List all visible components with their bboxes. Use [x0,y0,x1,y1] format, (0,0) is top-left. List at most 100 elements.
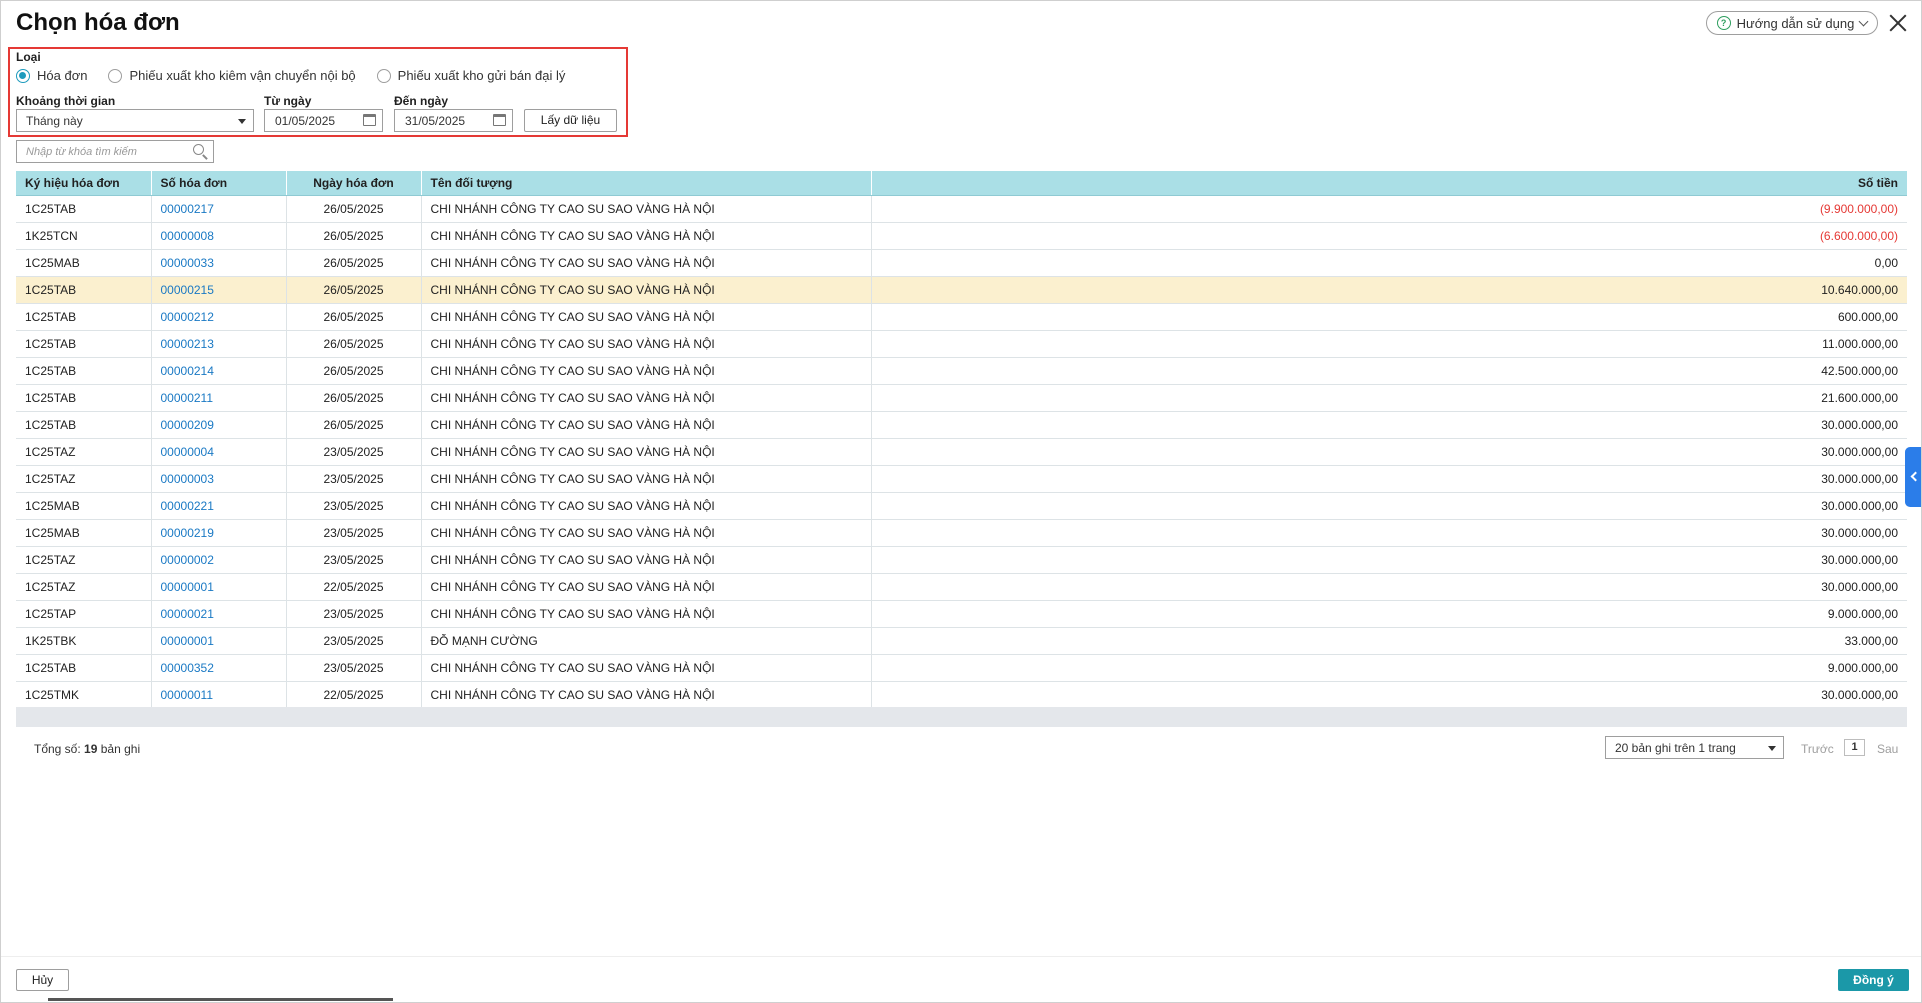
from-date-value: 01/05/2025 [275,114,336,128]
cell-name: CHI NHÁNH CÔNG TY CAO SU SAO VÀNG HÀ NỘI [421,303,872,331]
search-input[interactable] [26,142,186,161]
help-label: Hướng dẫn sử dụng [1736,15,1855,31]
cell-date: 26/05/2025 [286,384,422,412]
cell-date: 22/05/2025 [286,681,422,709]
cell-date: 23/05/2025 [286,600,422,628]
cell-date: 26/05/2025 [286,195,422,223]
next-page-button[interactable]: Sau [1877,742,1898,756]
table-row[interactable]: 1C25TAZ 00000004 23/05/2025 CHI NHÁNH CÔNG … [16,438,1907,466]
cell-invoice-number-link[interactable]: 00000004 [151,438,287,466]
period-select[interactable]: Tháng này [16,109,254,132]
table-row[interactable]: 1C25MAB 00000219 23/05/2025 CHI NHÁNH CÔNG … [16,519,1907,547]
table-row[interactable]: 1C25TAB 00000212 26/05/2025 CHI NHÁNH CÔNG … [16,303,1907,331]
table-row[interactable]: 1C25TAZ 00000003 23/05/2025 CHI NHÁNH CÔNG … [16,465,1907,493]
horizontal-scrollbar[interactable] [16,707,1907,727]
table-row[interactable]: 1C25TAB 00000211 26/05/2025 CHI NHÁNH CÔNG … [16,384,1907,412]
cell-amount: 30.000.000,00 [871,492,1907,520]
from-date-input[interactable]: 01/05/2025 [264,109,383,132]
fetch-data-button[interactable]: Lấy dữ liệu [524,109,617,132]
caret-down-icon [238,119,246,124]
bottom-scroll-indicator [48,998,393,1001]
search-box [16,140,214,163]
cell-invoice-number-link[interactable]: 00000217 [151,195,287,223]
cell-symbol: 1C25MAB [16,519,152,547]
cell-amount: 21.600.000,00 [871,384,1907,412]
help-button[interactable]: ? Hướng dẫn sử dụng [1706,11,1878,35]
table-row[interactable]: 1C25MAB 00000221 23/05/2025 CHI NHÁNH CÔNG … [16,492,1907,520]
cell-invoice-number-link[interactable]: 00000008 [151,222,287,250]
cell-amount: 10.640.000,00 [871,276,1907,304]
caret-down-icon [1768,746,1776,751]
cell-symbol: 1C25MAB [16,249,152,277]
prev-page-button[interactable]: Trước [1801,742,1834,756]
cell-date: 26/05/2025 [286,330,422,358]
table-row[interactable]: 1K25TBK 00000001 23/05/2025 ĐỖ MẠNH CƯỜNG 33… [16,627,1907,655]
cell-invoice-number-link[interactable]: 00000213 [151,330,287,358]
ok-button[interactable]: Đồng ý [1838,969,1909,991]
cell-amount: 30.000.000,00 [871,681,1907,709]
cell-symbol: 1C25MAB [16,492,152,520]
table-row[interactable]: 1K25TCN 00000008 26/05/2025 CHI NHÁNH CÔNG … [16,222,1907,250]
cell-invoice-number-link[interactable]: 00000003 [151,465,287,493]
cancel-button[interactable]: Hủy [16,969,69,991]
cell-invoice-number-link[interactable]: 00000209 [151,411,287,439]
col-header-date[interactable]: Ngày hóa đơn [286,171,422,196]
cell-amount: 600.000,00 [871,303,1907,331]
table-row[interactable]: 1C25TAB 00000352 23/05/2025 CHI NHÁNH CÔNG … [16,654,1907,682]
table-row[interactable]: 1C25TAB 00000213 26/05/2025 CHI NHÁNH CÔNG … [16,330,1907,358]
total-prefix: Tổng số: [34,742,81,756]
to-date-input[interactable]: 31/05/2025 [394,109,513,132]
col-header-amount[interactable]: Số tiền [871,171,1907,196]
cell-name: CHI NHÁNH CÔNG TY CAO SU SAO VÀNG HÀ NỘI [421,195,872,223]
table-row[interactable]: 1C25TAZ 00000002 23/05/2025 CHI NHÁNH CÔNG … [16,546,1907,574]
close-icon[interactable] [1886,11,1910,35]
cell-name: CHI NHÁNH CÔNG TY CAO SU SAO VÀNG HÀ NỘI [421,681,872,709]
cell-symbol: 1C25TAB [16,195,152,223]
cell-invoice-number-link[interactable]: 00000215 [151,276,287,304]
page-size-select[interactable]: 20 bản ghi trên 1 trang [1605,736,1784,759]
to-date-value: 31/05/2025 [405,114,466,128]
cell-amount: 30.000.000,00 [871,465,1907,493]
table-row[interactable]: 1C25TAP 00000021 23/05/2025 CHI NHÁNH CÔNG … [16,600,1907,628]
table-row[interactable]: 1C25TAB 00000209 26/05/2025 CHI NHÁNH CÔNG … [16,411,1907,439]
table-row[interactable]: 1C25TAB 00000217 26/05/2025 CHI NHÁNH CÔNG … [16,195,1907,223]
calendar-icon[interactable] [363,114,376,126]
calendar-icon[interactable] [493,114,506,126]
col-header-number[interactable]: Số hóa đơn [151,171,287,196]
cell-name: CHI NHÁNH CÔNG TY CAO SU SAO VÀNG HÀ NỘI [421,384,872,412]
col-header-name[interactable]: Tên đối tượng [421,171,872,196]
radio-agent-consignment[interactable]: Phiếu xuất kho gửi bán đại lý [376,68,565,83]
cell-invoice-number-link[interactable]: 00000033 [151,249,287,277]
table-row[interactable]: 1C25MAB 00000033 26/05/2025 CHI NHÁNH CÔNG … [16,249,1907,277]
table-row[interactable]: 1C25TAZ 00000001 22/05/2025 CHI NHÁNH CÔNG … [16,573,1907,601]
cell-invoice-number-link[interactable]: 00000001 [151,627,287,655]
search-icon[interactable] [193,144,204,155]
invoice-table: Ký hiệu hóa đơn Số hóa đơn Ngày hóa đơn … [16,171,1907,709]
cell-invoice-number-link[interactable]: 00000002 [151,546,287,574]
cell-invoice-number-link[interactable]: 00000352 [151,654,287,682]
cell-symbol: 1C25TAB [16,357,152,385]
table-row[interactable]: 1C25TAB 00000215 26/05/2025 CHI NHÁNH CÔNG … [16,276,1907,304]
cell-symbol: 1C25TAB [16,654,152,682]
cell-invoice-number-link[interactable]: 00000219 [151,519,287,547]
table-row[interactable]: 1C25TAB 00000214 26/05/2025 CHI NHÁNH CÔNG … [16,357,1907,385]
cell-date: 26/05/2025 [286,411,422,439]
cell-invoice-number-link[interactable]: 00000011 [151,681,287,709]
cell-date: 23/05/2025 [286,492,422,520]
cell-invoice-number-link[interactable]: 00000211 [151,384,287,412]
col-header-symbol[interactable]: Ký hiệu hóa đơn [16,171,152,196]
table-row[interactable]: 1C25TMK 00000011 22/05/2025 CHI NHÁNH CÔNG … [16,681,1907,709]
period-label: Khoảng thời gian [16,94,116,108]
cell-invoice-number-link[interactable]: 00000221 [151,492,287,520]
cell-symbol: 1C25TAZ [16,438,152,466]
period-value: Tháng này [26,114,83,128]
cell-invoice-number-link[interactable]: 00000214 [151,357,287,385]
cell-invoice-number-link[interactable]: 00000021 [151,600,287,628]
cell-invoice-number-link[interactable]: 00000001 [151,573,287,601]
cell-invoice-number-link[interactable]: 00000212 [151,303,287,331]
radio-invoice[interactable]: Hóa đơn [16,68,87,83]
radio-internal-transfer[interactable]: Phiếu xuất kho kiêm vận chuyển nội bộ [108,68,356,83]
side-panel-toggle[interactable] [1905,447,1921,507]
current-page[interactable]: 1 [1844,739,1865,756]
cell-name: CHI NHÁNH CÔNG TY CAO SU SAO VÀNG HÀ NỘI [421,546,872,574]
